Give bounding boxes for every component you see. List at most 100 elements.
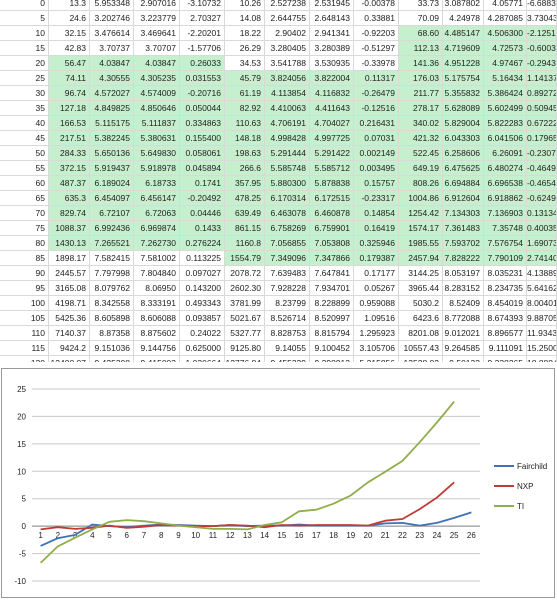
table-cell[interactable]: 8.454019 — [484, 296, 527, 311]
table-cell[interactable]: 9125.80 — [225, 341, 265, 356]
table-cell[interactable]: 70 — [0, 206, 49, 221]
table-cell[interactable]: 0.11317 — [354, 71, 399, 86]
table-cell[interactable]: 5.380631 — [134, 131, 180, 146]
table-cell[interactable]: 5.628089 — [443, 101, 484, 116]
table-cell[interactable]: 9.455339 — [265, 356, 310, 362]
table-cell[interactable]: 1430.13 — [49, 236, 90, 251]
table-cell[interactable]: 166.53 — [49, 116, 90, 131]
table-cell[interactable]: 32.15 — [49, 26, 90, 41]
table-cell[interactable]: 176.03 — [399, 71, 443, 86]
table-cell[interactable]: -0.29433 — [527, 56, 557, 71]
table-cell[interactable]: 2445.57 — [49, 266, 90, 281]
table-cell[interactable]: 3781.99 — [225, 296, 265, 311]
table-cell[interactable]: 4.850646 — [134, 101, 180, 116]
table-cell[interactable]: -2.12514 — [527, 26, 557, 41]
table-cell[interactable]: 7.262730 — [134, 236, 180, 251]
table-cell[interactable]: 0.400356 — [527, 221, 557, 236]
table-cell[interactable]: 10557.43 — [399, 341, 443, 356]
table-cell[interactable]: -0.51297 — [354, 41, 399, 56]
table-cell[interactable]: 6.912604 — [443, 191, 484, 206]
table-cell[interactable]: 8.004015 — [527, 296, 557, 311]
table-cell[interactable]: 0.031553 — [180, 71, 225, 86]
table-cell[interactable]: -0.26479 — [354, 86, 399, 101]
table-cell[interactable]: 6.460878 — [310, 206, 354, 221]
table-cell[interactable]: 0.1433 — [180, 221, 225, 236]
table-cell[interactable]: 82.92 — [225, 101, 265, 116]
table-cell[interactable]: 9.887055 — [527, 311, 557, 326]
table-cell[interactable]: 2.907016 — [134, 0, 180, 11]
table-cell[interactable]: 5.355832 — [443, 86, 484, 101]
table-cell[interactable]: 8.23799 — [265, 296, 310, 311]
table-cell[interactable]: 110.63 — [225, 116, 265, 131]
table-cell[interactable]: 9.012021 — [443, 326, 484, 341]
table-cell[interactable]: 6.258606 — [443, 146, 484, 161]
table-cell[interactable]: 808.26 — [399, 176, 443, 191]
table-cell[interactable]: 9.100452 — [310, 341, 354, 356]
table-cell[interactable]: 4.305235 — [134, 71, 180, 86]
table-cell[interactable]: 120 — [0, 356, 49, 362]
table-cell[interactable]: 40 — [0, 116, 49, 131]
table-cell[interactable]: 14.08 — [225, 11, 265, 26]
table-cell[interactable]: 1.030664 — [180, 356, 225, 362]
table-cell[interactable]: 4.116832 — [310, 86, 354, 101]
table-cell[interactable]: 4.849825 — [90, 101, 134, 116]
table-cell[interactable]: 6.475625 — [443, 161, 484, 176]
table-cell[interactable]: 7.35748 — [484, 221, 527, 236]
table-cell[interactable]: 74.11 — [49, 71, 90, 86]
table-cell[interactable]: 15.25000 — [527, 341, 557, 356]
table-cell[interactable]: 0.1741 — [180, 176, 225, 191]
table-cell[interactable]: 10.26 — [225, 0, 265, 11]
table-cell[interactable]: 11.93438 — [527, 326, 557, 341]
table-cell[interactable]: 8.52409 — [443, 296, 484, 311]
table-cell[interactable]: -0.00378 — [354, 0, 399, 11]
table-cell[interactable]: 15 — [0, 41, 49, 56]
table-cell[interactable]: 5.585712 — [310, 161, 354, 176]
table-cell[interactable]: 4.572027 — [90, 86, 134, 101]
table-cell[interactable]: 649.19 — [399, 161, 443, 176]
table-cell[interactable]: 0.143200 — [180, 281, 225, 296]
table-cell[interactable]: 6.696538 — [484, 176, 527, 191]
table-cell[interactable]: 0.892721 — [527, 86, 557, 101]
table-cell[interactable]: 7.593702 — [443, 236, 484, 251]
table-cell[interactable]: 8.228899 — [310, 296, 354, 311]
table-cell[interactable]: 5327.77 — [225, 326, 265, 341]
table-cell[interactable]: 861.15 — [225, 221, 265, 236]
table-cell[interactable]: -0.62491 — [527, 191, 557, 206]
table-cell[interactable]: 5.602499 — [484, 101, 527, 116]
table-cell[interactable]: 217.51 — [49, 131, 90, 146]
table-cell[interactable]: 357.95 — [225, 176, 265, 191]
table-cell[interactable]: -0.60036 — [527, 41, 557, 56]
table-cell[interactable]: 8.333191 — [134, 296, 180, 311]
table-cell[interactable]: 2.527238 — [265, 0, 310, 11]
table-cell[interactable]: 3.73043 — [527, 11, 557, 26]
table-cell[interactable]: 8.526714 — [265, 311, 310, 326]
table-cell[interactable]: 3.824056 — [265, 71, 310, 86]
table-cell[interactable]: 105 — [0, 311, 49, 326]
table-cell[interactable]: 0.04446 — [180, 206, 225, 221]
table-cell[interactable]: 0.002149 — [354, 146, 399, 161]
table-cell[interactable]: 340.02 — [399, 116, 443, 131]
table-cell[interactable]: 12400.07 — [49, 356, 90, 362]
spreadsheet-grid[interactable]: 0 13.3 5.953348 2.907016 -3.10732 10.26 2.5272… — [0, 0, 557, 362]
table-cell[interactable]: 7.361483 — [443, 221, 484, 236]
table-cell[interactable]: 7140.37 — [49, 326, 90, 341]
table-cell[interactable]: 6.918862 — [484, 191, 527, 206]
table-cell[interactable]: 6.456147 — [134, 191, 180, 206]
table-cell[interactable]: 6.26091 — [484, 146, 527, 161]
table-cell[interactable]: -0.20492 — [180, 191, 225, 206]
table-cell[interactable]: 278.17 — [399, 101, 443, 116]
table-cell[interactable]: 26.29 — [225, 41, 265, 56]
table-cell[interactable]: 4.506300 — [484, 26, 527, 41]
table-cell[interactable]: 635.3 — [49, 191, 90, 206]
table-cell[interactable]: 5.829004 — [443, 116, 484, 131]
table-cell[interactable]: 5.880300 — [265, 176, 310, 191]
table-cell[interactable]: 0.493343 — [180, 296, 225, 311]
table-cell[interactable]: 4198.71 — [49, 296, 90, 311]
table-cell[interactable]: 478.25 — [225, 191, 265, 206]
table-cell[interactable]: 9.144756 — [134, 341, 180, 356]
table-cell[interactable]: 9.398913 — [310, 356, 354, 362]
table-cell[interactable]: 0.625000 — [180, 341, 225, 356]
table-cell[interactable]: 33.73 — [399, 0, 443, 11]
table-cell[interactable]: 7.639483 — [265, 266, 310, 281]
table-cell[interactable]: -2.20201 — [180, 26, 225, 41]
